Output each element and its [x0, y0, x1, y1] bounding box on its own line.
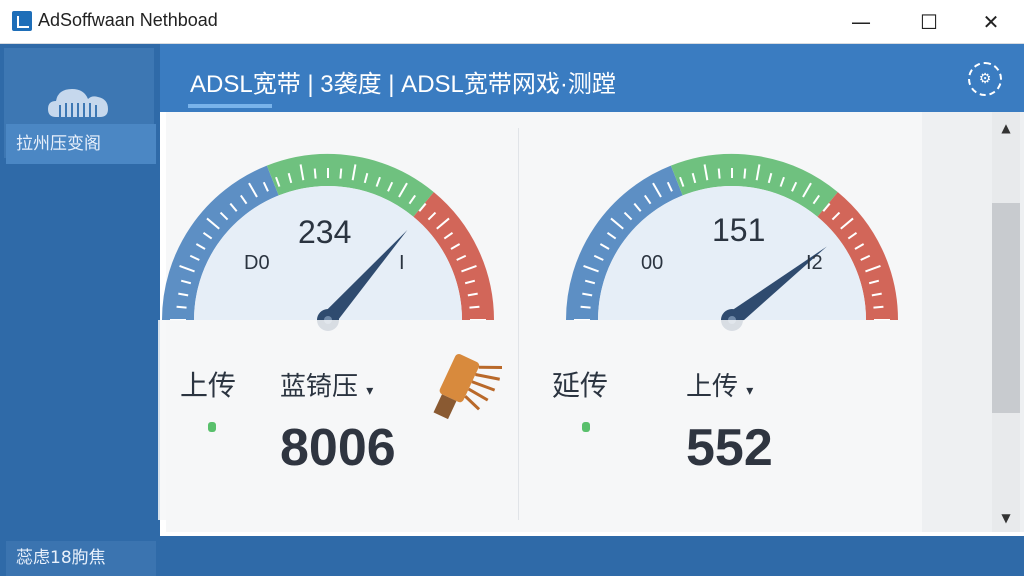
- chevron-down-icon: ▾: [746, 383, 754, 399]
- gauge-tick: [313, 168, 317, 179]
- gauge-tick: [176, 305, 187, 309]
- metric-label: 延传: [552, 369, 609, 402]
- gauge-tick: [469, 305, 480, 309]
- arrow-up-icon: ▲: [1001, 121, 1011, 135]
- gauge-tick: [580, 305, 591, 309]
- metric-select[interactable]: 上传 ▾: [686, 366, 753, 403]
- metric-select-label: 蓝锜压: [280, 372, 359, 402]
- gauge-tick: [873, 305, 884, 309]
- gauge-value: 234: [298, 214, 352, 250]
- chevron-down-icon: ▾: [366, 383, 374, 399]
- metric-value: 552: [686, 419, 773, 477]
- arrow-down-icon: ▼: [1001, 511, 1011, 525]
- gauge-max-label: I2: [806, 252, 823, 274]
- gauge-max-label: I: [399, 252, 405, 274]
- brush-icon: [433, 353, 502, 420]
- scroll-down-button[interactable]: ▼: [992, 508, 1020, 528]
- gauge-min-label: D0: [244, 252, 270, 274]
- scrollbar-thumb[interactable]: [992, 203, 1020, 413]
- status-bar: [160, 536, 1024, 576]
- metric-select[interactable]: 蓝锜压 ▾: [280, 366, 373, 403]
- metric-label: 上传: [180, 369, 237, 402]
- metric-value: 8006: [280, 419, 396, 477]
- metric-select-label: 上传: [686, 372, 739, 402]
- gauge-tick: [339, 168, 343, 179]
- gauge-min-label: 00: [641, 252, 664, 274]
- gauge-value: 151: [712, 212, 766, 248]
- status-dot: [582, 422, 590, 432]
- gauge-tick: [743, 168, 747, 179]
- gauge-tick: [717, 168, 721, 179]
- gauges-canvas: [158, 154, 902, 520]
- scroll-up-button[interactable]: ▲: [992, 118, 1020, 138]
- status-dot: [208, 422, 216, 432]
